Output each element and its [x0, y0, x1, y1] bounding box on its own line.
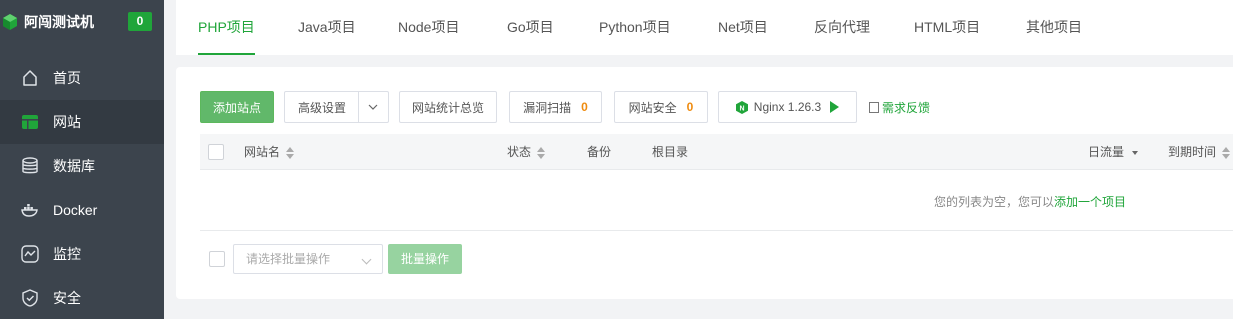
docker-icon [20, 200, 40, 220]
empty-table-row: 您的列表为空，您可以添加一个项目 [200, 171, 1233, 231]
empty-message: 您的列表为空，您可以添加一个项目 [934, 193, 1126, 210]
sidebar-item-label: 监控 [53, 246, 81, 262]
sidebar-item-label: Docker [53, 202, 98, 218]
sidebar-item-docker[interactable]: Docker [0, 188, 164, 232]
empty-message-text: 您的列表为空，您可以 [934, 195, 1055, 209]
select-all-checkbox[interactable] [208, 144, 224, 160]
sort-icon [286, 146, 295, 159]
column-status[interactable]: 状态 [507, 134, 546, 170]
chevron-down-icon [361, 254, 372, 265]
table-header: 网站名 状态 备份 根目录 日流量 到期时间 [200, 134, 1233, 170]
batch-checkbox[interactable] [209, 251, 225, 267]
sidebar-item-label: 网站 [53, 114, 81, 130]
add-site-button[interactable]: 添加站点 [200, 91, 274, 123]
nginx-button[interactable]: N Nginx 1.26.3 [718, 91, 857, 123]
column-backup: 备份 [587, 145, 612, 159]
sidebar-item-website[interactable]: 网站 [0, 100, 164, 144]
sidebar: 阿闯测试机 0 首页 网站 数据库 Docker 监控 安全 [0, 0, 164, 319]
sidebar-item-security[interactable]: 安全 [0, 276, 164, 319]
feedback-label: 需求反馈 [882, 100, 931, 115]
play-icon [830, 101, 840, 113]
column-label: 网站名 [244, 145, 281, 159]
chevron-down-icon[interactable] [359, 92, 387, 122]
tab-other[interactable]: 其他项目 [1026, 0, 1082, 55]
tab-php[interactable]: PHP项目 [198, 0, 255, 55]
column-site-name[interactable]: 网站名 [244, 134, 295, 170]
batch-operation-button[interactable]: 批量操作 [388, 244, 462, 274]
site-panel: 添加站点 高级设置 网站统计总览 漏洞扫描 0 网站安全 0 N Nginx 1… [176, 67, 1233, 299]
site-security-button[interactable]: 网站安全 0 [614, 91, 708, 123]
notification-badge[interactable]: 0 [128, 12, 152, 31]
feedback-icon [869, 101, 879, 113]
vuln-count: 0 [581, 100, 588, 114]
column-label: 到期时间 [1168, 145, 1217, 159]
advanced-settings-dropdown[interactable]: 高级设置 [284, 91, 389, 123]
feedback-link[interactable]: 需求反馈 [869, 91, 930, 123]
database-icon [20, 156, 40, 176]
site-security-label: 网站安全 [628, 100, 677, 115]
svg-text:N: N [739, 105, 744, 112]
column-label: 日流量 [1088, 145, 1125, 159]
sidebar-item-monitor[interactable]: 监控 [0, 232, 164, 276]
column-traffic[interactable]: 日流量 [1088, 134, 1139, 170]
batch-select-placeholder: 请选择批量操作 [246, 252, 331, 266]
tab-node[interactable]: Node项目 [398, 0, 459, 55]
advanced-settings-label[interactable]: 高级设置 [286, 92, 359, 122]
project-tabs: PHP项目 Java项目 Node项目 Go项目 Python项目 Net项目 … [176, 0, 1233, 55]
sidebar-item-home[interactable]: 首页 [0, 56, 164, 100]
batch-operation-select[interactable]: 请选择批量操作 [233, 244, 383, 274]
tab-python[interactable]: Python项目 [599, 0, 671, 55]
home-icon [20, 68, 40, 88]
tab-net[interactable]: Net项目 [718, 0, 768, 55]
sidebar-item-label: 首页 [53, 70, 81, 86]
server-logo-icon [3, 14, 17, 30]
shield-icon [20, 288, 40, 308]
server-name: 阿闯测试机 [24, 14, 94, 30]
tab-html[interactable]: HTML项目 [914, 0, 980, 55]
add-project-link[interactable]: 添加一个项目 [1054, 195, 1126, 209]
vuln-scan-label: 漏洞扫描 [523, 100, 572, 115]
caret-down-icon [1132, 150, 1139, 155]
vuln-scan-button[interactable]: 漏洞扫描 0 [509, 91, 602, 123]
brand: 阿闯测试机 0 [0, 0, 164, 44]
nginx-version: Nginx 1.26.3 [753, 100, 822, 114]
sidebar-item-label: 安全 [53, 290, 81, 306]
security-count: 0 [686, 100, 694, 114]
nginx-icon: N [735, 100, 748, 114]
column-label: 状态 [507, 145, 532, 159]
site-stats-button[interactable]: 网站统计总览 [399, 91, 497, 123]
column-expire[interactable]: 到期时间 [1168, 134, 1231, 170]
sidebar-item-database[interactable]: 数据库 [0, 144, 164, 188]
column-root-dir: 根目录 [652, 145, 689, 159]
sidebar-item-label: 数据库 [53, 158, 95, 174]
tab-java[interactable]: Java项目 [298, 0, 356, 55]
sort-icon [1222, 146, 1231, 159]
monitor-icon [20, 244, 40, 264]
sort-icon [537, 146, 546, 159]
tab-reverse-proxy[interactable]: 反向代理 [814, 0, 870, 55]
website-icon [20, 112, 40, 132]
tab-go[interactable]: Go项目 [507, 0, 554, 55]
